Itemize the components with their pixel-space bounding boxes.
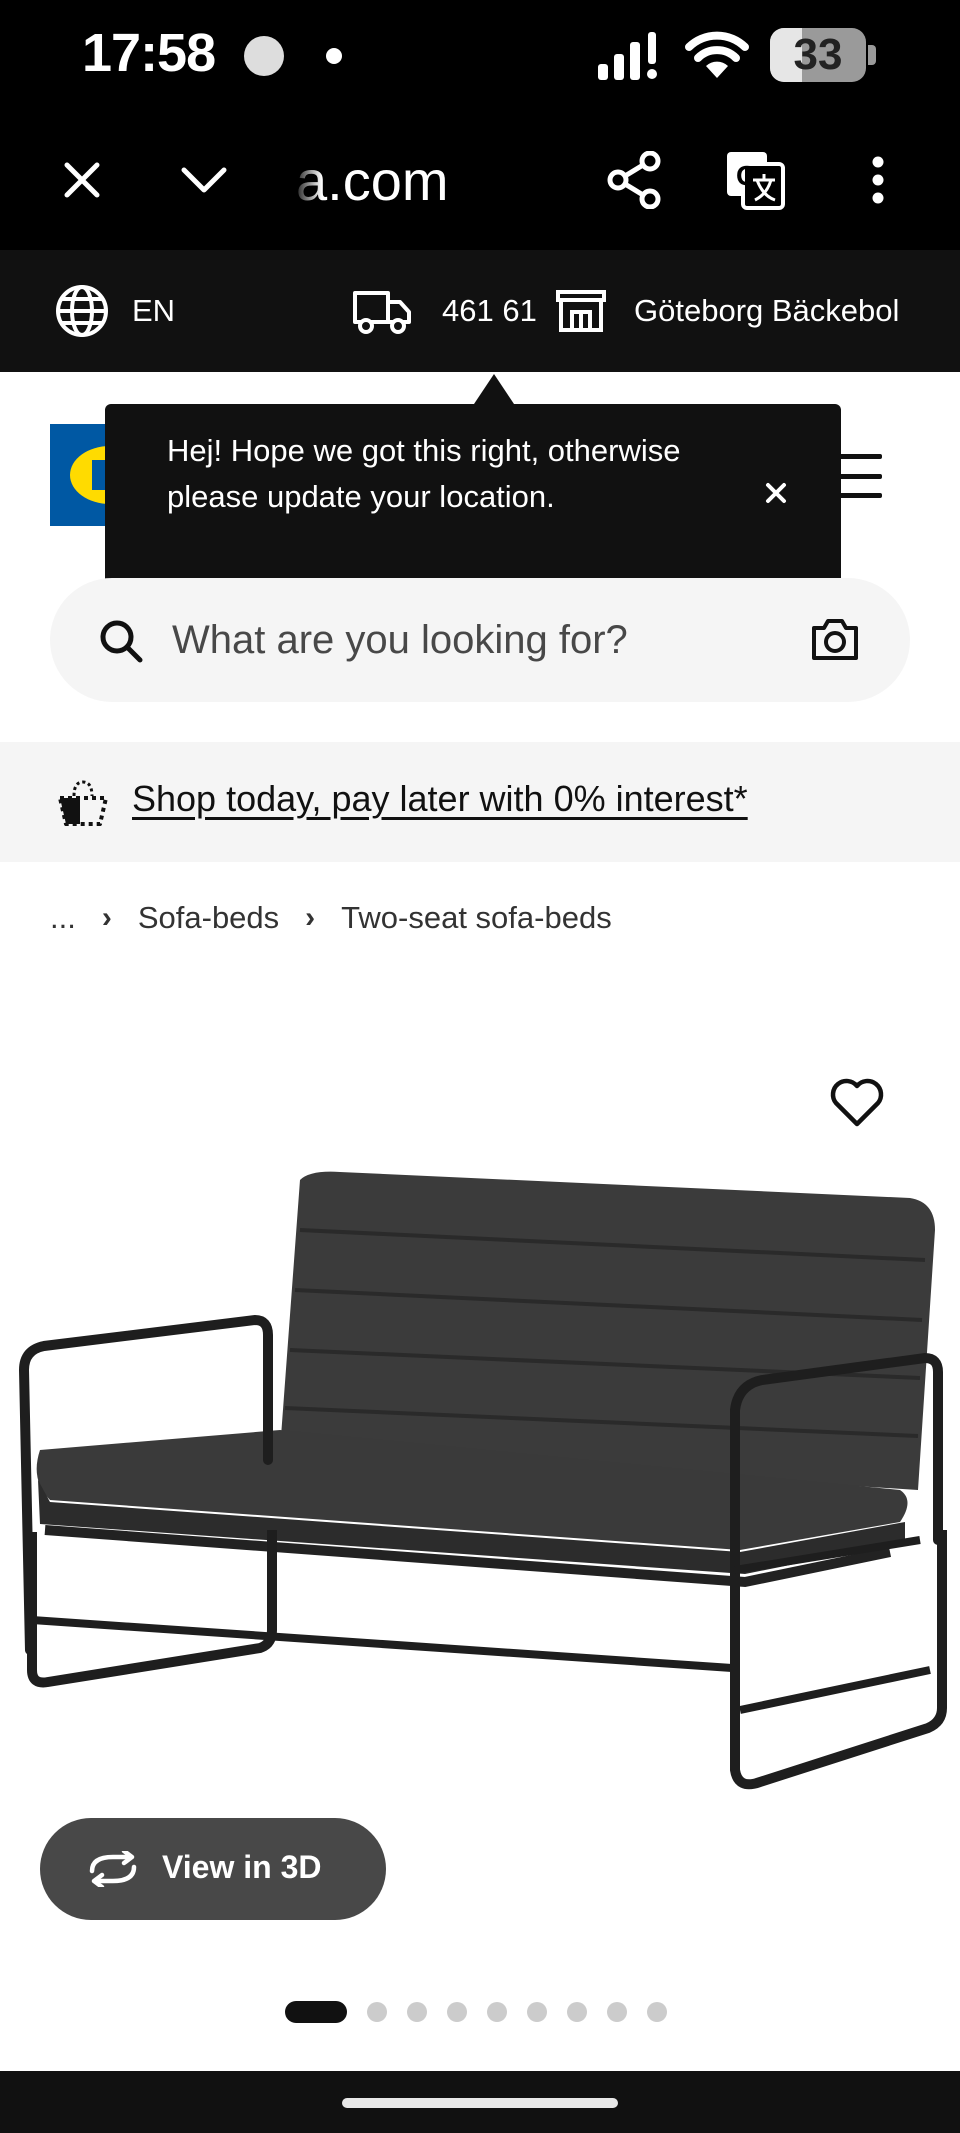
translate-button[interactable]: G — [715, 140, 795, 220]
collapse-button[interactable] — [164, 140, 244, 220]
view-in-3d-label: View in 3D — [162, 1849, 322, 1885]
location-tooltip: Hej! Hope we got this right, otherwise p… — [105, 404, 841, 586]
search-bar — [50, 578, 910, 702]
dot-icon — [326, 48, 342, 64]
promo-banner: Shop today, pay later with 0% interest* — [0, 742, 960, 862]
breadcrumb-item-sofa-beds[interactable]: Sofa-beds — [138, 900, 279, 936]
carousel-dot[interactable] — [607, 2002, 627, 2022]
view-in-3d-button[interactable]: View in 3D — [40, 1818, 386, 1920]
sofa-bed-image — [18, 1171, 947, 1790]
carousel-dot[interactable] — [285, 2001, 347, 2023]
signal-icon — [598, 32, 657, 80]
search-input[interactable] — [172, 600, 772, 680]
tooltip-close-button[interactable] — [751, 468, 801, 518]
svg-text:G: G — [736, 160, 758, 191]
battery-icon: 33 — [770, 28, 878, 82]
shopping-bag-icon — [58, 780, 108, 826]
rotate-3d-icon — [89, 1851, 137, 1887]
breadcrumb: ... › Sofa-beds › Two-seat sofa-beds — [50, 896, 612, 940]
postal-code-label: 461 61 — [442, 293, 537, 328]
breadcrumb-ellipsis[interactable]: ... — [50, 900, 76, 936]
postal-code-selector[interactable]: 461 61 — [352, 250, 537, 372]
chevron-right-icon: › — [101, 901, 112, 934]
store-label: Göteborg Bäckebol — [634, 293, 900, 328]
tooltip-message: Hej! Hope we got this right, otherwise p… — [167, 433, 681, 514]
more-vert-icon — [872, 156, 884, 204]
carousel-dot[interactable] — [487, 2002, 507, 2022]
close-tab-button[interactable] — [42, 140, 122, 220]
share-icon — [607, 151, 661, 209]
close-icon — [766, 483, 786, 503]
translate-icon: G — [727, 152, 785, 210]
breadcrumb-item-two-seat-sofa-beds[interactable]: Two-seat sofa-beds — [341, 900, 612, 936]
chevron-right-icon: › — [305, 901, 316, 934]
browser-toolbar: a.com G — [0, 110, 960, 250]
battery-percent: 33 — [793, 30, 843, 79]
carousel-dot[interactable] — [647, 2002, 667, 2022]
search-icon[interactable] — [98, 618, 144, 664]
carousel-dot[interactable] — [567, 2002, 587, 2022]
location-bar: EN 461 61 Göteborg Bäckebol — [0, 250, 960, 372]
close-icon — [64, 162, 100, 198]
carousel-dot[interactable] — [527, 2002, 547, 2022]
carousel-dot[interactable] — [407, 2002, 427, 2022]
chevron-down-icon — [181, 167, 227, 193]
tooltip-arrow — [474, 374, 514, 404]
heart-icon[interactable] — [830, 1078, 884, 1128]
carousel-dot[interactable] — [367, 2002, 387, 2022]
language-label: EN — [132, 293, 176, 328]
status-time: 17:58 — [82, 23, 216, 83]
more-menu-button[interactable] — [838, 140, 918, 220]
carousel-indicator — [285, 2001, 667, 2023]
globe-icon — [56, 285, 108, 337]
store-icon — [556, 290, 606, 332]
pay-later-link[interactable]: Shop today, pay later with 0% interest* — [132, 778, 748, 820]
language-selector[interactable]: EN — [54, 250, 175, 372]
carousel-dot[interactable] — [447, 2002, 467, 2022]
wifi-icon — [685, 31, 749, 78]
status-bar: 17:58 33 — [0, 0, 960, 110]
home-indicator[interactable] — [342, 2098, 618, 2108]
app-notification-icon — [244, 36, 284, 76]
share-button[interactable] — [594, 140, 674, 220]
delivery-truck-icon — [353, 291, 411, 334]
store-selector[interactable]: Göteborg Bäckebol — [554, 250, 899, 372]
camera-icon[interactable] — [810, 616, 860, 662]
